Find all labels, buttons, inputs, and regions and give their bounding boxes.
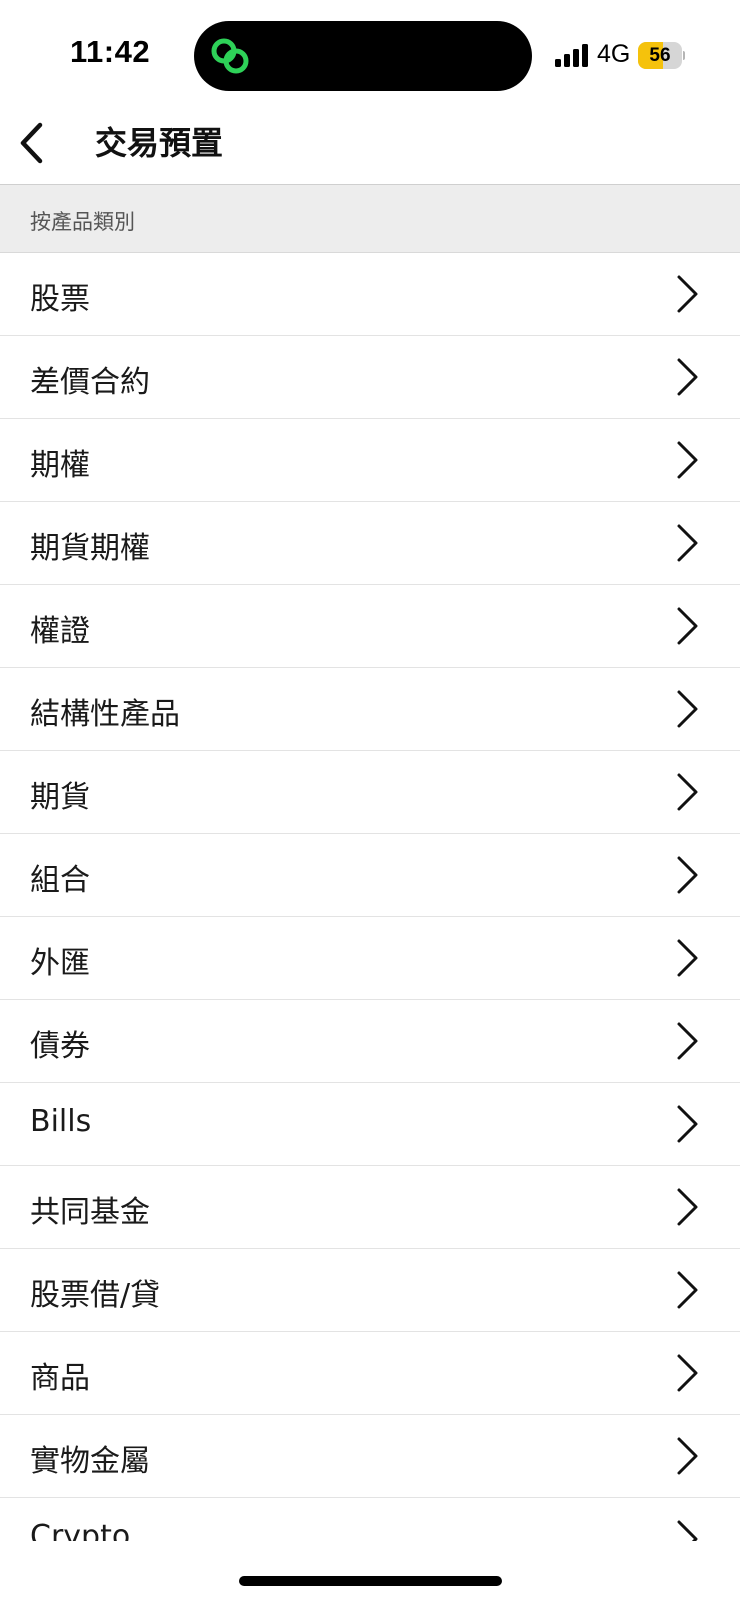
chevron-right-icon [677,275,698,313]
page-title: 交易預置 [95,124,224,162]
list-item[interactable]: 商品 [0,1332,740,1415]
product-category-list: 股票差價合約期權期貨期權權證結構性產品期貨組合外匯債券 Bills 共同基金股票借/… [0,253,740,1541]
list-item[interactable]: 結構性產品 [0,668,740,751]
list-item[interactable]: Crypto [0,1498,740,1541]
battery-icon: 56 [638,42,685,69]
list-item-label: Bills [30,1104,92,1139]
nav-bar: 交易預置 [0,100,740,185]
list-item-label: 外匯 [30,946,90,981]
status-bar: 11:42 4G 56 [0,0,740,100]
list-item-label: 股票借/貸 [30,1278,161,1313]
chevron-right-icon [677,524,698,562]
chevron-right-icon [677,441,698,479]
section-title: 按產品類別 [30,210,135,234]
list-item[interactable]: 股票 [0,253,740,336]
chevron-right-icon [677,358,698,396]
battery-level: 56 [649,45,671,66]
list-item-label: 組合 [30,863,90,898]
list-item-label: 期貨 [30,780,90,815]
list-item-label: 實物金屬 [30,1444,150,1479]
list-item[interactable]: 期貨期權 [0,502,740,585]
chevron-right-icon [677,939,698,977]
list-item[interactable]: 債券 [0,1000,740,1083]
list-item[interactable]: 期貨 [0,751,740,834]
link-icon [211,38,249,74]
list-item[interactable]: 權證 [0,585,740,668]
list-item-label: 共同基金 [30,1195,150,1230]
chevron-right-icon [677,1520,698,1541]
battery-tip [683,51,685,60]
list-item-label: 股票 [30,282,90,317]
list-item[interactable]: 實物金屬 [0,1415,740,1498]
chevron-right-icon [677,1437,698,1475]
list-item-label: 權證 [30,614,90,649]
list-item-label: 差價合約 [30,365,150,400]
home-indicator[interactable] [239,1576,502,1586]
list-item-label: 商品 [30,1361,90,1396]
section-header: 按產品類別 [0,185,740,253]
list-item[interactable]: 共同基金 [0,1166,740,1249]
chevron-right-icon [677,1022,698,1060]
list-item[interactable]: 股票借/貸 [0,1249,740,1332]
chevron-right-icon [677,773,698,811]
list-item[interactable]: Bills [0,1083,740,1166]
list-item-label: Crypto [30,1519,131,1541]
status-time: 11:42 [70,34,151,69]
list-item-label: 債券 [30,1029,90,1064]
cellular-signal-icon [555,43,589,67]
chevron-right-icon [677,1188,698,1226]
list-item[interactable]: 差價合約 [0,336,740,419]
network-type: 4G [597,40,631,68]
chevron-right-icon [677,690,698,728]
list-item-label: 期權 [30,448,90,483]
chevron-right-icon [677,1105,698,1143]
chevron-right-icon [677,1271,698,1309]
list-item[interactable]: 外匯 [0,917,740,1000]
chevron-right-icon [677,607,698,645]
chevron-left-icon [20,122,43,164]
chevron-right-icon [677,1354,698,1392]
dynamic-island[interactable] [194,21,532,91]
list-item-label: 結構性產品 [30,697,180,732]
back-button[interactable] [8,112,68,172]
list-item[interactable]: 組合 [0,834,740,917]
chevron-right-icon [677,856,698,894]
list-item[interactable]: 期權 [0,419,740,502]
list-item-label: 期貨期權 [30,531,150,566]
